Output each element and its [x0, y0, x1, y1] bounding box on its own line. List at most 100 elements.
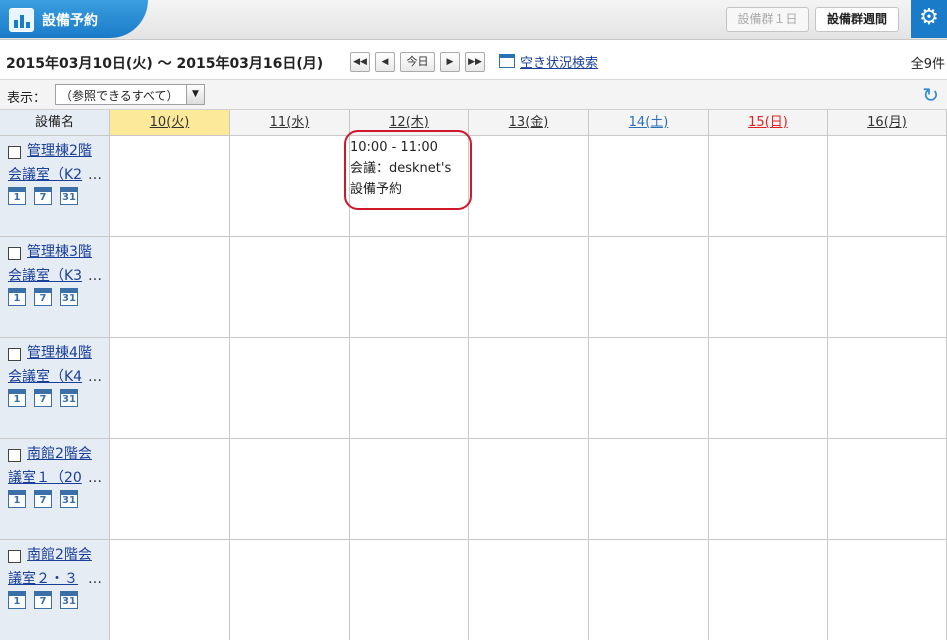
facility-name-link[interactable]: 南館2階会: [27, 443, 92, 465]
facility-checkbox[interactable]: [8, 449, 21, 462]
schedule-cell[interactable]: [110, 136, 230, 237]
schedule-cell[interactable]: [709, 237, 828, 338]
schedule-cell[interactable]: [350, 237, 469, 338]
last-page-button[interactable]: ▶▶: [465, 52, 485, 72]
today-button[interactable]: 今日: [400, 52, 435, 72]
month-calendar-icon[interactable]: 31: [60, 389, 78, 407]
schedule-cell[interactable]: [469, 237, 589, 338]
week-calendar-icon[interactable]: 7: [34, 490, 52, 508]
schedule-cell[interactable]: [350, 338, 469, 439]
schedule-cell[interactable]: [589, 338, 709, 439]
week-calendar-icon[interactable]: 7: [34, 187, 52, 205]
calendar-icon-number: 31: [62, 596, 76, 607]
schedule-cell[interactable]: [230, 237, 350, 338]
date-toolbar: 2015年03月10日(火) ～ 2015年03月16日(月) ◀◀ ◀ 今日 …: [0, 40, 947, 80]
facility-name-link-cont[interactable]: 会議室（K2: [8, 164, 82, 186]
calendar-icon-number: 7: [39, 192, 47, 203]
day-link[interactable]: 16(月): [867, 115, 907, 130]
day-link[interactable]: 13(金): [509, 115, 549, 130]
schedule-cell[interactable]: [828, 237, 947, 338]
facility-name-link[interactable]: 管理棟4階: [27, 342, 92, 364]
gear-icon: ⚙: [919, 5, 939, 30]
facility-group-week-button[interactable]: 設備群週間: [815, 7, 899, 32]
schedule-cell[interactable]: [110, 237, 230, 338]
facility-group-day-button[interactable]: 設備群１日: [726, 7, 809, 32]
day-link[interactable]: 14(土): [629, 115, 669, 130]
day-calendar-icon[interactable]: 1: [8, 591, 26, 609]
schedule-cell[interactable]: [469, 540, 589, 640]
week-calendar-icon[interactable]: 7: [34, 591, 52, 609]
facility-name-link-cont[interactable]: 議室２・３: [8, 568, 78, 590]
facility-name-ellipsis: …: [88, 571, 102, 587]
week-calendar-icon[interactable]: 7: [34, 389, 52, 407]
display-scope-select[interactable]: （参照できるすべて） ▼: [55, 84, 205, 105]
day-header[interactable]: 11(水): [230, 110, 350, 136]
day-header[interactable]: 13(金): [469, 110, 589, 136]
schedule-cell[interactable]: [589, 237, 709, 338]
schedule-cell[interactable]: [469, 338, 589, 439]
month-calendar-icon[interactable]: 31: [60, 187, 78, 205]
facility-row-header: 管理棟4階 会議室（K4 … 1 7 31: [0, 338, 110, 439]
day-link[interactable]: 11(水): [270, 115, 310, 130]
schedule-cell[interactable]: [230, 136, 350, 237]
schedule-cell[interactable]: [469, 439, 589, 540]
availability-search-link[interactable]: 空き状況検索: [520, 52, 598, 71]
first-page-button[interactable]: ◀◀: [350, 52, 370, 72]
day-calendar-icon[interactable]: 1: [8, 490, 26, 508]
day-calendar-icon[interactable]: 1: [8, 389, 26, 407]
schedule-cell[interactable]: [110, 338, 230, 439]
schedule-cell[interactable]: [589, 136, 709, 237]
schedule-cell[interactable]: [828, 439, 947, 540]
settings-button[interactable]: ⚙: [911, 0, 947, 38]
schedule-cell[interactable]: [589, 540, 709, 640]
schedule-cell[interactable]: [110, 439, 230, 540]
day-link[interactable]: 12(木): [389, 115, 429, 130]
day-header[interactable]: 14(土): [589, 110, 709, 136]
window-search-icon[interactable]: [499, 54, 515, 68]
facility-name-link[interactable]: 南館2階会: [27, 544, 92, 566]
day-calendar-icon[interactable]: 1: [8, 288, 26, 306]
facility-checkbox[interactable]: [8, 348, 21, 361]
day-link[interactable]: 10(火): [150, 115, 190, 130]
facility-name-link-cont[interactable]: 会議室（K4: [8, 366, 82, 388]
calendar-icon-number: 31: [62, 394, 76, 405]
schedule-cell[interactable]: [110, 540, 230, 640]
facility-name-link[interactable]: 管理棟3階: [27, 241, 92, 263]
schedule-cell[interactable]: [709, 136, 828, 237]
facility-row-header: 南館2階会 議室２・３ … 1 7 31: [0, 540, 110, 640]
day-calendar-icon[interactable]: 1: [8, 187, 26, 205]
schedule-cell[interactable]: [709, 338, 828, 439]
facility-name-link-cont[interactable]: 会議室（K3: [8, 265, 82, 287]
app-title: 設備予約: [42, 13, 98, 29]
schedule-cell[interactable]: [230, 439, 350, 540]
facility-name-link-cont[interactable]: 議室１（20: [8, 467, 82, 489]
schedule-cell[interactable]: [230, 338, 350, 439]
schedule-cell[interactable]: [589, 439, 709, 540]
facility-checkbox[interactable]: [8, 247, 21, 260]
schedule-cell[interactable]: [469, 136, 589, 237]
month-calendar-icon[interactable]: 31: [60, 490, 78, 508]
refresh-icon[interactable]: ↻: [922, 84, 939, 106]
schedule-cell[interactable]: [709, 540, 828, 640]
month-calendar-icon[interactable]: 31: [60, 288, 78, 306]
schedule-cell[interactable]: [350, 540, 469, 640]
facility-checkbox[interactable]: [8, 146, 21, 159]
schedule-cell[interactable]: [828, 540, 947, 640]
schedule-cell[interactable]: [350, 439, 469, 540]
facility-checkbox[interactable]: [8, 550, 21, 563]
day-header[interactable]: 16(月): [828, 110, 947, 136]
prev-week-button[interactable]: ◀: [375, 52, 395, 72]
day-header[interactable]: 15(日): [709, 110, 828, 136]
schedule-cell[interactable]: [709, 439, 828, 540]
schedule-cell[interactable]: [828, 136, 947, 237]
facility-name-link[interactable]: 管理棟2階: [27, 140, 92, 162]
schedule-cell[interactable]: [230, 540, 350, 640]
schedule-cell[interactable]: [828, 338, 947, 439]
day-link[interactable]: 15(日): [748, 115, 788, 130]
chevron-down-icon[interactable]: ▼: [186, 85, 204, 104]
day-header[interactable]: 10(火): [110, 110, 230, 136]
calendar-icon-number: 1: [13, 596, 21, 607]
next-week-button[interactable]: ▶: [440, 52, 460, 72]
week-calendar-icon[interactable]: 7: [34, 288, 52, 306]
month-calendar-icon[interactable]: 31: [60, 591, 78, 609]
